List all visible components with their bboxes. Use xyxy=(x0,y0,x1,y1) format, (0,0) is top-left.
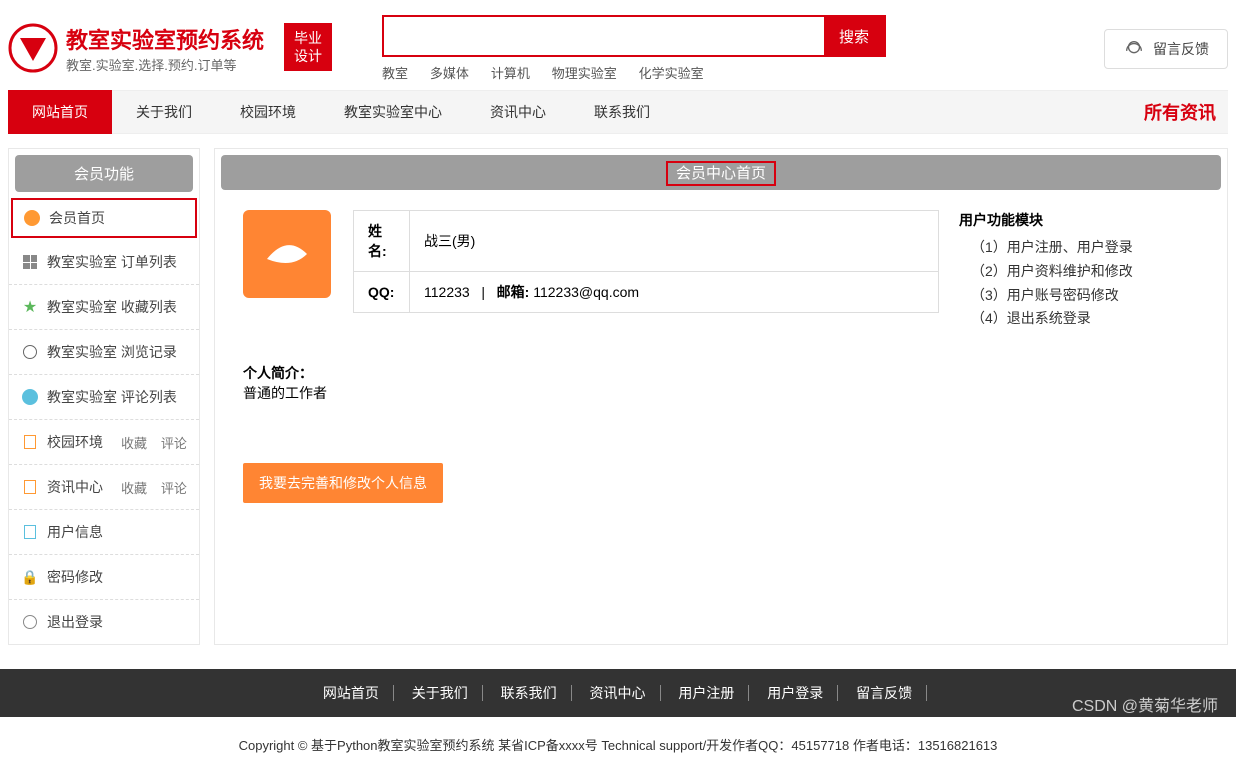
search-button[interactable]: 搜索 xyxy=(824,17,884,55)
search-tags: 教室 多媒体 计算机 物理实验室 化学实验室 xyxy=(382,63,886,82)
profile-left: 姓名: 战三(男) QQ: 112233 | 邮箱: 112233@qq.com… xyxy=(243,210,939,503)
footer-register[interactable]: 用户注册 xyxy=(664,685,749,701)
sidebar-item-label: 会员首页 xyxy=(49,208,105,228)
sidebar-header: 会员功能 xyxy=(15,155,193,192)
content-title: 会员中心首页 xyxy=(666,161,776,186)
sidebar-item-label: 校园环境 xyxy=(47,432,103,452)
profile-right: 用户功能模块 （1）用户注册、用户登录 （2）用户资料维护和修改 （3）用户账号… xyxy=(959,210,1199,503)
sidebar: 会员功能 会员首页 教室实验室 订单列表 ★ 教室实验室 收藏列表 教室实验室 … xyxy=(8,148,200,645)
footer-nav: 网站首页 关于我们 联系我们 资讯中心 用户注册 用户登录 留言反馈 xyxy=(0,669,1236,717)
sidebar-item-label: 教室实验室 浏览记录 xyxy=(47,342,177,362)
profile-intro: 个人简介： 普通的工作者 xyxy=(243,363,939,403)
clock-icon xyxy=(21,343,39,361)
nav-home[interactable]: 网站首页 xyxy=(8,90,112,134)
main-nav: 网站首页 关于我们 校园环境 教室实验室中心 资讯中心 联系我们 所有资讯 xyxy=(8,90,1228,134)
info-table: 姓名: 战三(男) QQ: 112233 | 邮箱: 112233@qq.com xyxy=(353,210,939,313)
content-header: 会员中心首页 xyxy=(221,155,1221,190)
module-item: （4）退出系统登录 xyxy=(971,307,1199,331)
doc-icon xyxy=(21,478,39,496)
footer-login[interactable]: 用户登录 xyxy=(753,685,838,701)
sub-comment[interactable]: 评论 xyxy=(161,481,187,496)
avatar xyxy=(243,210,331,298)
footer-home[interactable]: 网站首页 xyxy=(309,685,394,701)
qq-label: QQ: xyxy=(354,272,410,313)
sub-favorite[interactable]: 收藏 xyxy=(121,436,147,451)
sub-favorite[interactable]: 收藏 xyxy=(121,481,147,496)
star-icon: ★ xyxy=(21,298,39,316)
module-list: （1）用户注册、用户登录 （2）用户资料维护和修改 （3）用户账号密码修改 （4… xyxy=(959,236,1199,331)
sidebar-item-password[interactable]: 🔒 密码修改 xyxy=(9,555,199,600)
intro-label: 个人简介： xyxy=(243,363,939,383)
sidebar-item-home[interactable]: 会员首页 xyxy=(11,198,197,238)
intro-value: 普通的工作者 xyxy=(243,383,939,403)
module-item: （2）用户资料维护和修改 xyxy=(971,260,1199,284)
nav-all-news[interactable]: 所有资讯 xyxy=(1144,99,1228,125)
sidebar-item-label: 退出登录 xyxy=(47,612,103,632)
module-title: 用户功能模块 xyxy=(959,210,1199,230)
footer-feedback[interactable]: 留言反馈 xyxy=(842,685,927,701)
sidebar-item-favorites[interactable]: ★ 教室实验室 收藏列表 xyxy=(9,285,199,330)
sidebar-item-history[interactable]: 教室实验室 浏览记录 xyxy=(9,330,199,375)
search-area: 搜索 教室 多媒体 计算机 物理实验室 化学实验室 xyxy=(382,15,886,82)
edit-profile-button[interactable]: 我要去完善和修改个人信息 xyxy=(243,463,443,503)
circle-icon xyxy=(23,209,41,227)
name-value: 战三(男) xyxy=(410,211,939,272)
sidebar-item-comments[interactable]: 教室实验室 评论列表 xyxy=(9,375,199,420)
circle-icon xyxy=(21,388,39,406)
tag-chemistry[interactable]: 化学实验室 xyxy=(639,66,704,81)
swift-icon xyxy=(257,224,317,284)
sidebar-item-logout[interactable]: 退出登录 xyxy=(9,600,199,644)
footer-about[interactable]: 关于我们 xyxy=(398,685,483,701)
grid-icon xyxy=(21,253,39,271)
tag-multimedia[interactable]: 多媒体 xyxy=(430,66,469,81)
sidebar-item-campus[interactable]: 校园环境 收藏 评论 xyxy=(9,420,199,465)
logo-icon xyxy=(8,23,58,73)
logo-area: 教室实验室预约系统 教室.实验室.选择.预约.订单等 毕业 设计 xyxy=(8,23,332,74)
doc-icon xyxy=(21,433,39,451)
header: 教室实验室预约系统 教室.实验室.选择.预约.订单等 毕业 设计 搜索 教室 多… xyxy=(8,0,1228,90)
search-input[interactable] xyxy=(384,17,824,55)
module-item: （3）用户账号密码修改 xyxy=(971,284,1199,308)
nav-lab-center[interactable]: 教室实验室中心 xyxy=(320,90,466,134)
qq-value: 112233 | 邮箱: 112233@qq.com xyxy=(410,272,939,313)
nav-contact[interactable]: 联系我们 xyxy=(570,90,674,134)
nav-about[interactable]: 关于我们 xyxy=(112,90,216,134)
watermark: CSDN @黄菊华老师 xyxy=(1072,692,1218,716)
footer-news[interactable]: 资讯中心 xyxy=(576,685,661,701)
tag-physics[interactable]: 物理实验室 xyxy=(552,66,617,81)
power-icon xyxy=(21,613,39,631)
feedback-button[interactable]: 留言反馈 xyxy=(1104,29,1228,69)
feedback-label: 留言反馈 xyxy=(1153,39,1209,59)
headset-icon xyxy=(1123,38,1145,60)
sidebar-item-label: 资讯中心 xyxy=(47,477,103,497)
footer-copyright: Copyright © 基于Python教室实验室预约系统 某省ICP备xxxx… xyxy=(0,717,1236,772)
sidebar-item-label: 用户信息 xyxy=(47,522,103,542)
sidebar-item-label: 教室实验室 收藏列表 xyxy=(47,297,177,317)
sidebar-item-news[interactable]: 资讯中心 收藏 评论 xyxy=(9,465,199,510)
lock-icon: 🔒 xyxy=(21,568,39,586)
sidebar-item-label: 密码修改 xyxy=(47,567,103,587)
site-title: 教室实验室预约系统 xyxy=(66,23,264,55)
sidebar-item-label: 教室实验室 评论列表 xyxy=(47,387,177,407)
content: 会员中心首页 姓名: 战三(男) QQ xyxy=(214,148,1228,645)
name-label: 姓名: xyxy=(354,211,410,272)
design-badge: 毕业 设计 xyxy=(284,23,332,71)
site-subtitle: 教室.实验室.选择.预约.订单等 xyxy=(66,55,264,74)
tag-computer[interactable]: 计算机 xyxy=(491,66,530,81)
sidebar-item-orders[interactable]: 教室实验室 订单列表 xyxy=(9,240,199,285)
doc-icon xyxy=(21,523,39,541)
sub-comment[interactable]: 评论 xyxy=(161,436,187,451)
footer-contact[interactable]: 联系我们 xyxy=(487,685,572,701)
nav-news[interactable]: 资讯中心 xyxy=(466,90,570,134)
tag-classroom[interactable]: 教室 xyxy=(382,66,408,81)
sidebar-item-userinfo[interactable]: 用户信息 xyxy=(9,510,199,555)
sidebar-item-label: 教室实验室 订单列表 xyxy=(47,252,177,272)
nav-campus[interactable]: 校园环境 xyxy=(216,90,320,134)
module-item: （1）用户注册、用户登录 xyxy=(971,236,1199,260)
